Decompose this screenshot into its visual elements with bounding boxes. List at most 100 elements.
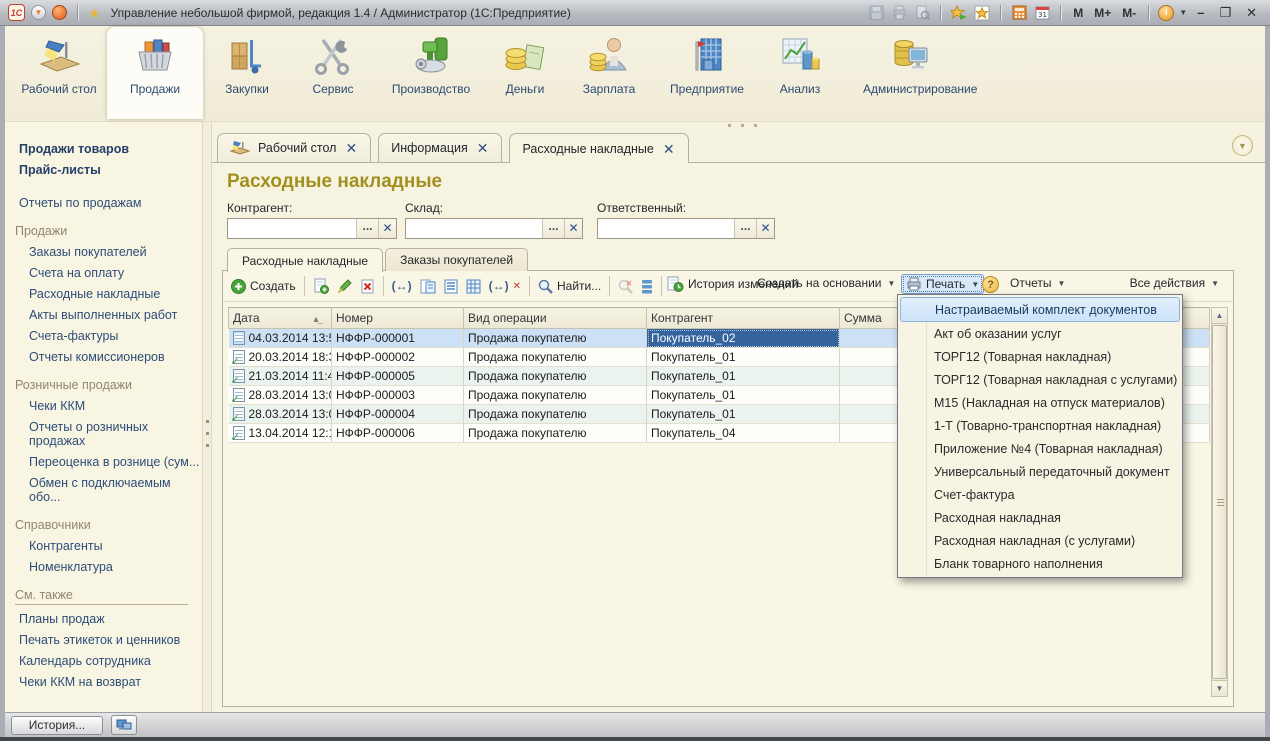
clear-interval-button[interactable]: (↔)✕ — [485, 277, 525, 295]
sidebar-item-otchety-o-roznichnyh[interactable]: Отчеты о розничных продажах — [19, 420, 202, 448]
column-header-kontragent[interactable]: Контрагент — [647, 308, 840, 329]
help-button[interactable]: ? — [978, 274, 1003, 295]
menu-item-torg12-s-uslugami[interactable]: ТОРГ12 (Товарная накладная с услугами) — [900, 368, 1180, 391]
all-actions-button[interactable]: Все действия▼ — [1126, 274, 1223, 292]
main-menu-button[interactable]: ▼ — [31, 5, 46, 20]
scroll-down-arrow[interactable]: ▼ — [1212, 680, 1227, 696]
info-icon[interactable]: i — [1158, 5, 1174, 21]
title-bar[interactable]: 1С ▼ ★ Управление небольшой фирмой, реда… — [0, 0, 1270, 26]
menu-item-universalnyy-peredatochnyy[interactable]: Универсальный передаточный документ — [900, 460, 1180, 483]
clear-field-icon[interactable]: ✕ — [564, 219, 582, 238]
subtab-rashodnye-nakladnye[interactable]: Расходные накладные — [227, 248, 383, 272]
menu-item-prilozhenie-4[interactable]: Приложение №4 (Товарная накладная) — [900, 437, 1180, 460]
scroll-up-arrow[interactable]: ▲ — [1212, 308, 1227, 324]
memory-button[interactable]: M — [1070, 6, 1086, 20]
sidebar-item-kontragenty[interactable]: Контрагенты — [19, 539, 202, 553]
print-menu-button[interactable]: Печать▼ — [901, 274, 984, 294]
clear-field-icon[interactable]: ✕ — [756, 219, 774, 238]
calendar-icon[interactable]: 31 — [1033, 4, 1051, 22]
maximize-button[interactable]: ❐ — [1214, 5, 1236, 21]
delete-document-button[interactable] — [356, 277, 379, 296]
ribbon-section-servis[interactable]: Сервис — [291, 27, 375, 119]
sidebar-item-otchety-po-prodazham[interactable]: Отчеты по продажам — [19, 196, 202, 210]
tab-rashodnye-nakladnye[interactable]: Расходные накладные ✕ — [509, 133, 688, 163]
sidebar-item-cheki-kkm[interactable]: Чеки ККМ — [19, 399, 202, 413]
post-document-button[interactable] — [416, 277, 440, 296]
grid-settings-button[interactable] — [462, 277, 485, 296]
sidebar-item-obmen-s-oborudovaniem[interactable]: Обмен с подключаемым обо... — [19, 476, 202, 504]
ribbon-section-zakupki[interactable]: Закупки — [207, 27, 287, 119]
sidebar-item-scheta-faktury[interactable]: Счета-фактуры — [19, 329, 202, 343]
tab-informaciya[interactable]: Информация ✕ — [378, 133, 502, 162]
ribbon-section-prodazhi[interactable]: Продажи — [107, 27, 203, 119]
close-button[interactable]: ✕ — [1241, 5, 1262, 21]
edit-pencil-button[interactable] — [333, 277, 356, 296]
sidebar-item-rashodnye-nakladnye[interactable]: Расходные накладные — [19, 287, 202, 301]
menu-item-schet-faktura[interactable]: Счет-фактура — [900, 483, 1180, 506]
table-vertical-scrollbar[interactable]: ▲ ▼ — [1211, 307, 1228, 697]
memory-minus-button[interactable]: M- — [1119, 6, 1139, 20]
menu-item-blank-tovarnogo-napolneniya[interactable]: Бланк товарного наполнения — [900, 552, 1180, 575]
sidebar-item-plany-prodazh[interactable]: Планы продаж — [19, 612, 202, 626]
ribbon-section-predpriyatie[interactable]: Предприятие — [655, 27, 759, 119]
menu-item-1t[interactable]: 1-Т (Товарно-транспортная накладная) — [900, 414, 1180, 437]
memory-plus-button[interactable]: M+ — [1091, 6, 1114, 20]
close-icon[interactable]: ✕ — [476, 142, 490, 154]
find-button[interactable]: Найти... — [534, 277, 605, 296]
column-header-data[interactable]: Дата▲̲ — [229, 308, 332, 329]
menu-item-akt-ob-okazanii-uslug[interactable]: Акт об оказании услуг — [900, 322, 1180, 345]
ribbon-section-proizvodstvo[interactable]: Производство — [379, 27, 483, 119]
ribbon-section-rabochiy-stol[interactable]: Рабочий стол — [15, 27, 103, 119]
ribbon-section-dengi[interactable]: Деньги — [487, 27, 563, 119]
set-interval-button[interactable]: (↔) — [388, 277, 416, 295]
close-icon[interactable]: ✕ — [662, 143, 676, 155]
sidebar-item-pechat-etiketok[interactable]: Печать этикеток и ценников — [19, 633, 202, 647]
selected-cell[interactable]: Покупатель_02 — [647, 329, 840, 348]
add-favorite-icon[interactable] — [973, 4, 991, 22]
menu-item-rashodnaya-nakladnaya[interactable]: Расходная накладная — [900, 506, 1180, 529]
copy-document-button[interactable] — [309, 276, 333, 296]
print-icon[interactable] — [890, 4, 908, 22]
scrollbar-thumb[interactable] — [1212, 325, 1227, 679]
ribbon-section-administrirovanie[interactable]: Администрирование — [841, 27, 981, 119]
sidebar-item-akty-vypolnennyh-rabot[interactable]: Акты выполненных работ — [19, 308, 202, 322]
sidebar-item-zakazy-pokupateley[interactable]: Заказы покупателей — [19, 245, 202, 259]
sidebar-splitter[interactable] — [202, 122, 212, 712]
column-header-nomer[interactable]: Номер — [332, 308, 464, 329]
calculator-icon[interactable] — [1010, 4, 1028, 22]
ribbon-section-zarplata[interactable]: Зарплата — [567, 27, 651, 119]
ellipsis-picker-button[interactable]: ... — [356, 219, 378, 238]
history-button[interactable]: История... — [11, 716, 103, 735]
sidebar-item-cheki-kkm-na-vozvrat[interactable]: Чеки ККМ на возврат — [19, 675, 202, 689]
sidebar-item-nomenklatura[interactable]: Номенклатура — [19, 560, 202, 574]
menu-item-nastraivaemyy-komplekt[interactable]: Настраиваемый комплект документов — [900, 297, 1180, 322]
sidebar-item-pereocenka-v-roznice[interactable]: Переоценка в рознице (сум... — [19, 455, 202, 469]
clear-field-icon[interactable]: ✕ — [378, 219, 396, 238]
ellipsis-picker-button[interactable]: ... — [734, 219, 756, 238]
create-based-on-button[interactable]: Создать на основании▼ — [753, 274, 899, 292]
menu-item-torg12[interactable]: ТОРГ12 (Товарная накладная) — [900, 345, 1180, 368]
info-dropdown-caret[interactable]: ▼ — [1179, 8, 1187, 17]
create-button[interactable]: Создать — [227, 277, 300, 296]
favorites-star-icon[interactable]: ★ — [88, 6, 101, 20]
tab-overflow-button[interactable]: ▼ — [1232, 135, 1253, 156]
minimize-button[interactable]: – — [1192, 5, 1209, 20]
clear-search-button[interactable] — [614, 277, 637, 296]
sidebar-item-kalendar-sotrudnika[interactable]: Календарь сотрудника — [19, 654, 202, 668]
menu-item-m15[interactable]: М15 (Накладная на отпуск материалов) — [900, 391, 1180, 414]
reports-button[interactable]: Отчеты▼ — [1006, 274, 1069, 292]
print-preview-icon[interactable] — [913, 4, 931, 22]
list-view-button[interactable] — [637, 277, 657, 296]
sidebar-item-prays-listy[interactable]: Прайс-листы — [19, 163, 202, 177]
goto-favorite-icon[interactable] — [950, 4, 968, 22]
save-icon[interactable] — [867, 4, 885, 22]
ellipsis-picker-button[interactable]: ... — [542, 219, 564, 238]
ribbon-collapse-grip[interactable] — [728, 123, 768, 128]
sidebar-item-otchety-komissionerov[interactable]: Отчеты комиссионеров — [19, 350, 202, 364]
connections-button[interactable] — [111, 715, 137, 735]
ribbon-section-analiz[interactable]: Анализ — [763, 27, 837, 119]
subtab-zakazy-pokupateley[interactable]: Заказы покупателей — [385, 248, 528, 271]
list-settings-button[interactable] — [440, 277, 462, 296]
tab-rabochiy-stol[interactable]: Рабочий стол ✕ — [217, 133, 371, 162]
sidebar-item-prodazhi-tovarov[interactable]: Продажи товаров — [19, 142, 202, 156]
